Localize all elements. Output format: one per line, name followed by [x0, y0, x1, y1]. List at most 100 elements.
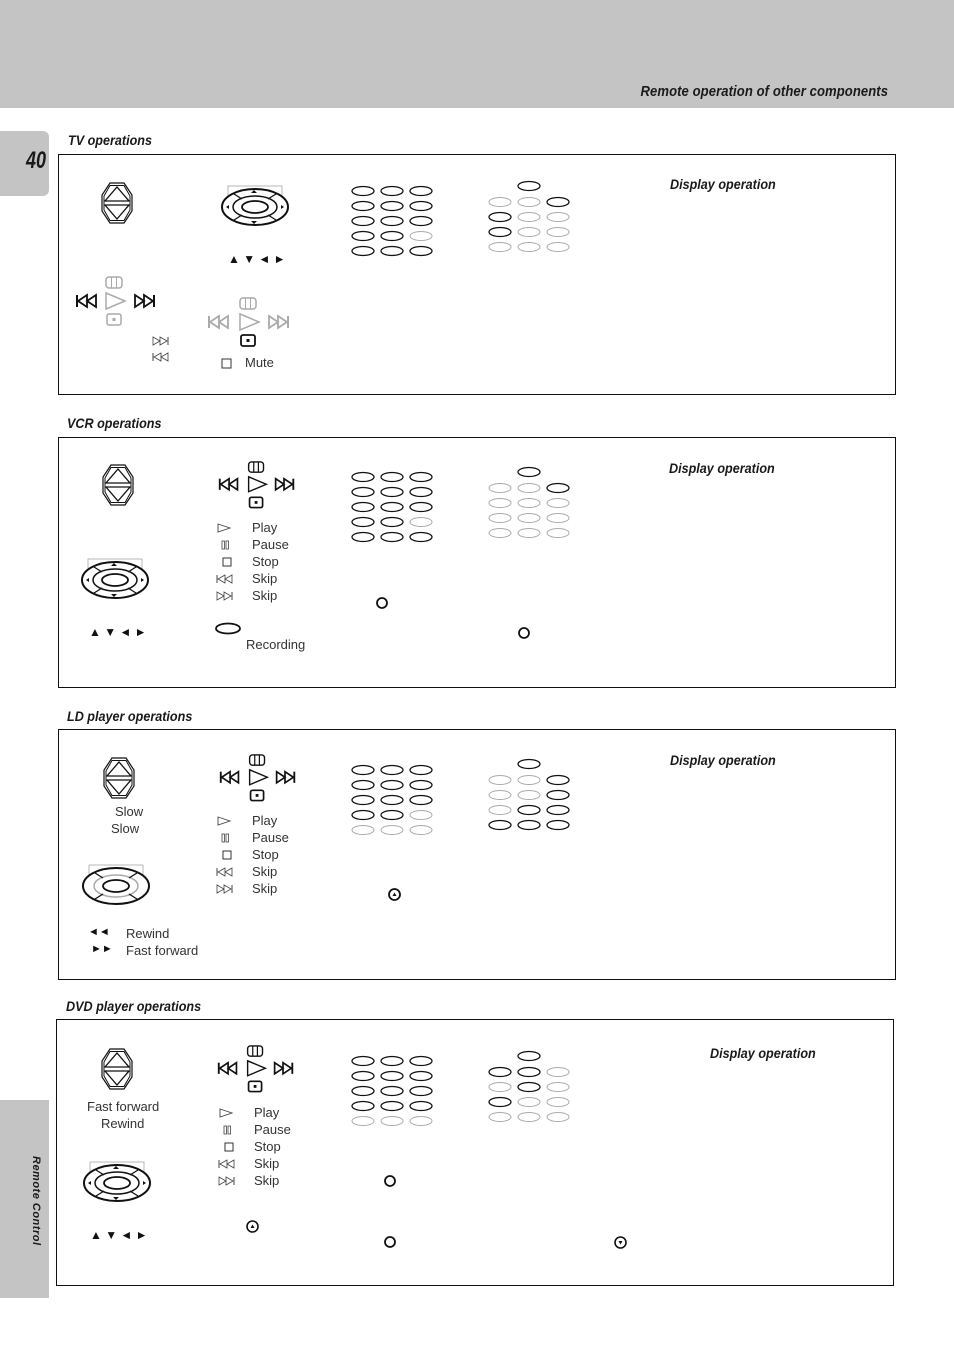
- keypad-key[interactable]: [380, 1070, 404, 1082]
- dvd-transport-keys[interactable]: [214, 1045, 298, 1099]
- down-key-icon[interactable]: [613, 1235, 628, 1250]
- circle-key-icon[interactable]: [383, 1235, 397, 1249]
- function-key[interactable]: [488, 790, 512, 800]
- record-key-icon[interactable]: [214, 622, 242, 636]
- keypad-key[interactable]: [409, 1100, 433, 1112]
- function-key[interactable]: [488, 242, 512, 252]
- up-key-icon[interactable]: [245, 1219, 260, 1234]
- function-key[interactable]: [546, 1112, 570, 1122]
- function-key[interactable]: [488, 211, 512, 223]
- function-key[interactable]: [517, 212, 541, 222]
- keypad-key[interactable]: [351, 486, 375, 498]
- function-key[interactable]: [488, 1066, 512, 1078]
- function-key[interactable]: [517, 1066, 541, 1078]
- function-key[interactable]: [488, 805, 512, 815]
- function-key[interactable]: [517, 498, 541, 508]
- function-key[interactable]: [488, 1082, 512, 1092]
- cursor-dpad-icon[interactable]: [220, 185, 290, 227]
- function-key[interactable]: [517, 790, 541, 800]
- keypad-key[interactable]: [380, 471, 404, 483]
- keypad-key[interactable]: [409, 517, 433, 527]
- cursor-dpad-icon[interactable]: [80, 558, 150, 600]
- keypad-key[interactable]: [351, 230, 375, 242]
- function-key[interactable]: [517, 819, 541, 831]
- circle-key-icon[interactable]: [383, 1174, 397, 1188]
- keypad-key[interactable]: [409, 825, 433, 835]
- keypad-key[interactable]: [409, 185, 433, 197]
- keypad-key[interactable]: [380, 230, 404, 242]
- keypad-key[interactable]: [351, 809, 375, 821]
- keypad-key[interactable]: [409, 531, 433, 543]
- function-key[interactable]: [488, 819, 512, 831]
- keypad-key[interactable]: [351, 764, 375, 776]
- circle-key-icon[interactable]: [517, 626, 531, 640]
- channel-updown-icon[interactable]: [102, 756, 136, 800]
- keypad-key[interactable]: [351, 245, 375, 257]
- keypad-key[interactable]: [380, 809, 404, 821]
- function-key[interactable]: [517, 180, 541, 192]
- channel-updown-icon[interactable]: [100, 1047, 134, 1091]
- keypad-key[interactable]: [380, 185, 404, 197]
- function-key[interactable]: [517, 483, 541, 493]
- keypad-key[interactable]: [380, 215, 404, 227]
- function-key[interactable]: [546, 804, 570, 816]
- keypad-key[interactable]: [351, 501, 375, 513]
- channel-updown-icon[interactable]: [100, 181, 134, 225]
- function-key[interactable]: [488, 226, 512, 238]
- keypad-key[interactable]: [380, 245, 404, 257]
- keypad-key[interactable]: [351, 200, 375, 212]
- ld-transport-keys[interactable]: [216, 754, 300, 808]
- keypad-key[interactable]: [409, 471, 433, 483]
- function-key[interactable]: [517, 1097, 541, 1107]
- keypad-key[interactable]: [380, 516, 404, 528]
- keypad-key[interactable]: [351, 1116, 375, 1126]
- function-key[interactable]: [517, 242, 541, 252]
- keypad-key[interactable]: [351, 779, 375, 791]
- keypad-key[interactable]: [351, 516, 375, 528]
- function-key[interactable]: [488, 483, 512, 493]
- function-key[interactable]: [517, 513, 541, 523]
- keypad-key[interactable]: [380, 1100, 404, 1112]
- keypad-key[interactable]: [409, 1070, 433, 1082]
- keypad-key[interactable]: [409, 779, 433, 791]
- function-key[interactable]: [488, 498, 512, 508]
- function-key[interactable]: [546, 227, 570, 237]
- keypad-key[interactable]: [380, 1116, 404, 1126]
- keypad-key[interactable]: [380, 794, 404, 806]
- function-key[interactable]: [517, 227, 541, 237]
- circle-key-icon[interactable]: [375, 596, 389, 610]
- keypad-key[interactable]: [351, 471, 375, 483]
- function-key[interactable]: [517, 1112, 541, 1122]
- function-key[interactable]: [488, 775, 512, 785]
- function-key[interactable]: [546, 819, 570, 831]
- function-key[interactable]: [546, 528, 570, 538]
- function-key[interactable]: [546, 1097, 570, 1107]
- keypad-key[interactable]: [380, 1085, 404, 1097]
- keypad-key[interactable]: [380, 825, 404, 835]
- keypad-key[interactable]: [409, 231, 433, 241]
- function-key[interactable]: [517, 804, 541, 816]
- function-key[interactable]: [546, 1082, 570, 1092]
- keypad-key[interactable]: [351, 1070, 375, 1082]
- keypad-key[interactable]: [409, 794, 433, 806]
- function-key[interactable]: [546, 774, 570, 786]
- keypad-key[interactable]: [351, 531, 375, 543]
- keypad-key[interactable]: [380, 200, 404, 212]
- keypad-key[interactable]: [351, 1085, 375, 1097]
- function-key[interactable]: [546, 212, 570, 222]
- channel-updown-icon[interactable]: [101, 463, 135, 507]
- eject-key-icon[interactable]: [387, 887, 402, 902]
- keypad-key[interactable]: [380, 501, 404, 513]
- function-key[interactable]: [488, 1112, 512, 1122]
- keypad-key[interactable]: [409, 200, 433, 212]
- function-key[interactable]: [546, 196, 570, 208]
- function-key[interactable]: [488, 1096, 512, 1108]
- keypad-key[interactable]: [409, 1116, 433, 1126]
- keypad-key[interactable]: [409, 1085, 433, 1097]
- keypad-key[interactable]: [380, 486, 404, 498]
- function-key[interactable]: [517, 528, 541, 538]
- keypad-key[interactable]: [351, 794, 375, 806]
- function-key[interactable]: [517, 466, 541, 478]
- keypad-key[interactable]: [409, 486, 433, 498]
- cursor-dpad-icon[interactable]: [81, 864, 151, 906]
